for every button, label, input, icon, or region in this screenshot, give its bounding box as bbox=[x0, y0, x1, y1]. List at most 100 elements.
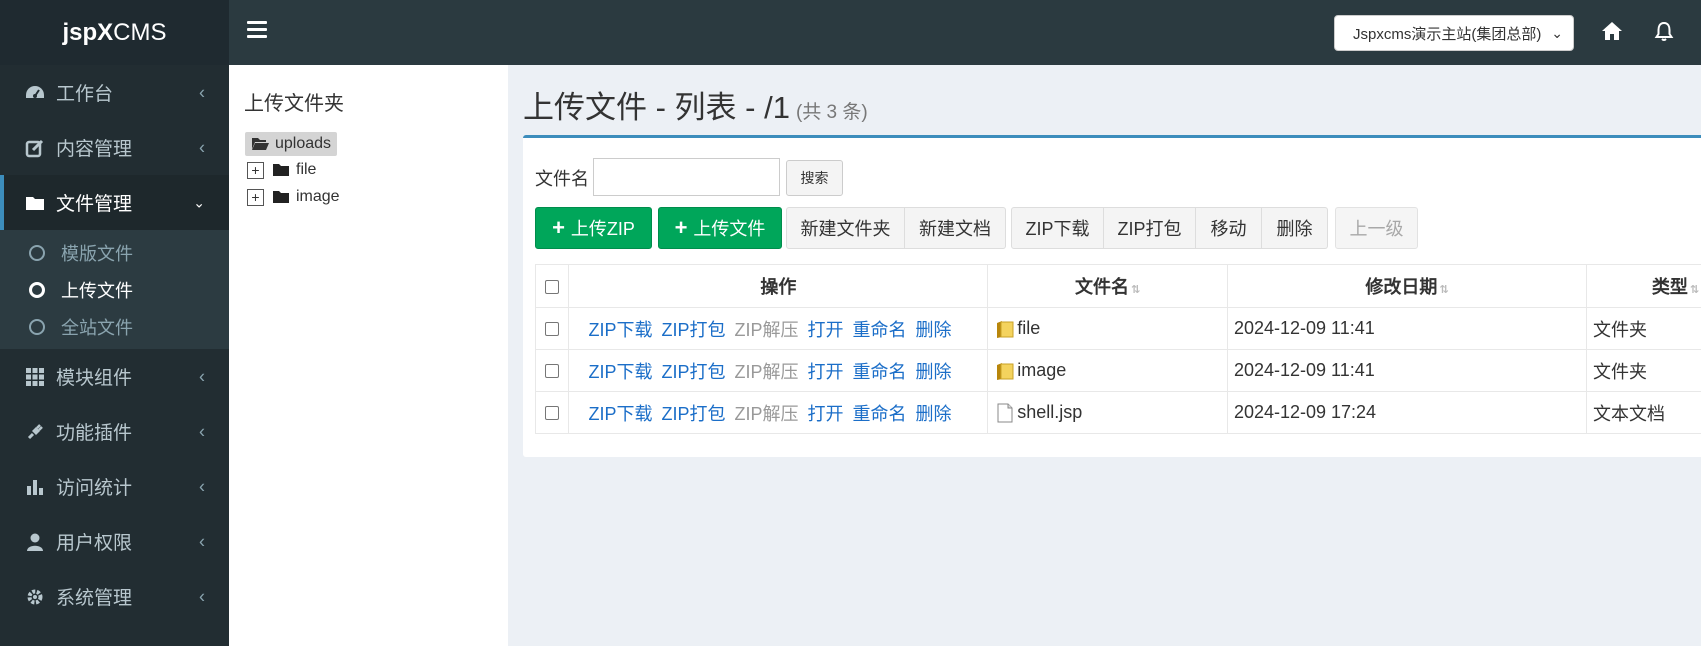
tree-node-image[interactable]: + image bbox=[247, 186, 340, 208]
table-row: ZIP下载 ZIP打包 ZIP解压 打开 重命名 删除 image 2024-12-09 … bbox=[534, 349, 1701, 392]
unzip-link: ZIP解压 bbox=[734, 403, 799, 424]
move-button[interactable]: 移动 bbox=[1196, 207, 1262, 249]
sidebar-item-users[interactable]: 用户权限 ‹ bbox=[0, 514, 229, 569]
delete-link[interactable]: 删除 bbox=[916, 362, 952, 382]
site-select-value: Jspxcms演示主站(集团总部) bbox=[1353, 25, 1542, 43]
expand-plus-icon[interactable]: + bbox=[247, 161, 264, 179]
sort-icon: ⇅ bbox=[1130, 284, 1141, 296]
file-name[interactable]: file bbox=[1017, 318, 1040, 339]
sidebar-menu: 工作台 ‹ 内容管理 ‹ 文件管理 ⌄ bbox=[0, 65, 229, 230]
create-button-group: 新建文件夹 新建文档 bbox=[786, 207, 1006, 249]
row-select-cell bbox=[534, 391, 570, 434]
table-row: ZIP下载 ZIP打包 ZIP解压 打开 重命名 删除 shell.jsp 2024-12… bbox=[534, 391, 1701, 434]
sub-item-site-files[interactable]: 全站文件 bbox=[0, 308, 229, 345]
bell-icon[interactable] bbox=[1653, 20, 1677, 44]
open-link[interactable]: 打开 bbox=[808, 362, 844, 382]
zip-download-link[interactable]: ZIP下载 bbox=[588, 320, 652, 340]
upload-zip-button[interactable]: + 上传ZIP bbox=[535, 207, 652, 249]
sort-icon: ⇅ bbox=[1689, 284, 1700, 296]
chevron-left-icon: ‹ bbox=[199, 476, 205, 496]
nav-button-group: 上一级 bbox=[1335, 207, 1418, 249]
sub-item-templates[interactable]: 模版文件 bbox=[0, 234, 229, 271]
rename-link[interactable]: 重命名 bbox=[853, 362, 907, 382]
zip-pack-link[interactable]: ZIP打包 bbox=[662, 320, 726, 340]
date-header-label: 修改日期 bbox=[1365, 277, 1438, 297]
zip-download-link[interactable]: ZIP下载 bbox=[588, 362, 652, 382]
type-header[interactable]: 类型 ⇅ bbox=[1586, 264, 1701, 308]
row-select-cell bbox=[534, 307, 570, 350]
site-select[interactable]: Jspxcms演示主站(集团总部) ⌄ bbox=[1334, 15, 1574, 51]
row-checkbox[interactable] bbox=[545, 364, 560, 379]
type-header-label: 类型 bbox=[1651, 277, 1688, 297]
logo-rest: CMS bbox=[113, 18, 167, 46]
page-title: 上传文件 - 列表 - /1 (共 3 条) bbox=[523, 82, 868, 127]
sidebar-item-stats[interactable]: 访问统计 ‹ bbox=[0, 459, 229, 514]
sidebar-item-system[interactable]: 系统管理 ‹ bbox=[0, 569, 229, 624]
delete-link[interactable]: 删除 bbox=[916, 320, 952, 340]
open-link[interactable]: 打开 bbox=[808, 404, 844, 424]
name-header[interactable]: 文件名 ⇅ bbox=[987, 264, 1228, 308]
record-count: (共 3 条) bbox=[795, 102, 868, 123]
plus-icon: + bbox=[552, 215, 565, 240]
row-checkbox[interactable] bbox=[545, 406, 560, 421]
up-level-button[interactable]: 上一级 bbox=[1335, 207, 1418, 249]
file-list-box: 文件名 搜索 + 上传ZIP + 上传文件 新建文件夹 新建文档 ZIP下载 ZIP… bbox=[523, 135, 1701, 457]
sub-item-label: 上传文件 bbox=[61, 280, 133, 301]
home-icon[interactable] bbox=[1601, 20, 1625, 44]
sidebar-item-label: 用户权限 bbox=[56, 533, 133, 554]
sidebar-item-plugins[interactable]: 功能插件 ‹ bbox=[0, 404, 229, 459]
table-header-row: 操作 文件名 ⇅ 修改日期 ⇅ 类型 ⇅ bbox=[534, 264, 1701, 308]
chevron-left-icon: ‹ bbox=[199, 137, 205, 157]
zip-pack-link[interactable]: ZIP打包 bbox=[662, 362, 726, 382]
sidebar-item-label: 模块组件 bbox=[56, 368, 133, 389]
zip-download-button[interactable]: ZIP下载 bbox=[1011, 207, 1104, 249]
sidebar-item-label: 访问统计 bbox=[56, 478, 133, 499]
tree-node-file[interactable]: + file bbox=[247, 159, 316, 181]
upload-zip-label: 上传ZIP bbox=[570, 219, 635, 239]
table-row: ZIP下载 ZIP打包 ZIP解压 打开 重命名 删除 file 2024-12-09 1… bbox=[534, 307, 1701, 350]
zip-download-link[interactable]: ZIP下载 bbox=[588, 404, 652, 424]
upload-file-button[interactable]: + 上传文件 bbox=[658, 207, 782, 249]
file-name[interactable]: image bbox=[1017, 360, 1066, 381]
file-table: 操作 文件名 ⇅ 修改日期 ⇅ 类型 ⇅ ZIP下载 ZIP打包 ZIP解压 打开 重命名 删除… bbox=[534, 264, 1701, 434]
logo[interactable]: jspX CMS bbox=[0, 0, 229, 65]
expand-plus-icon[interactable]: + bbox=[247, 188, 264, 206]
sidebar: jspX CMS 工作台 ‹ 内容管理 ‹ 文件管理 ⌄ 模版文件 上传文件 全… bbox=[0, 0, 229, 646]
sidebar-item-modules[interactable]: 模块组件 ‹ bbox=[0, 349, 229, 404]
tree-root-uploads[interactable]: uploads bbox=[245, 132, 338, 156]
search-label: 文件名 bbox=[535, 169, 589, 189]
rename-link[interactable]: 重命名 bbox=[853, 404, 907, 424]
select-all-checkbox[interactable] bbox=[545, 279, 560, 294]
folder-icon bbox=[272, 190, 290, 204]
sub-item-uploads[interactable]: 上传文件 bbox=[0, 271, 229, 308]
open-link[interactable]: 打开 bbox=[808, 320, 844, 340]
logo-bold: jspX bbox=[62, 18, 114, 46]
row-type-cell: 文本文档 bbox=[1586, 391, 1701, 434]
sidebar-item-content[interactable]: 内容管理 ‹ bbox=[0, 120, 229, 175]
sidebar-item-dashboard[interactable]: 工作台 ‹ bbox=[0, 65, 229, 120]
date-header[interactable]: 修改日期 ⇅ bbox=[1226, 264, 1588, 308]
name-header-label: 文件名 bbox=[1074, 277, 1129, 297]
sidebar-item-files[interactable]: 文件管理 ⌄ bbox=[0, 175, 229, 230]
search-button[interactable]: 搜索 bbox=[786, 160, 843, 196]
new-document-button[interactable]: 新建文档 bbox=[905, 207, 1006, 249]
rename-link[interactable]: 重命名 bbox=[853, 320, 907, 340]
filename-search-input[interactable] bbox=[593, 158, 780, 196]
zip-pack-link[interactable]: ZIP打包 bbox=[662, 404, 726, 424]
delete-link[interactable]: 删除 bbox=[916, 404, 952, 424]
zip-pack-button[interactable]: ZIP打包 bbox=[1104, 207, 1196, 249]
unzip-link: ZIP解压 bbox=[734, 361, 799, 382]
dashboard-icon bbox=[24, 82, 46, 104]
new-folder-button[interactable]: 新建文件夹 bbox=[786, 207, 905, 249]
row-checkbox[interactable] bbox=[545, 322, 560, 337]
tree-root-label: uploads bbox=[275, 135, 332, 152]
hamburger-menu-icon[interactable] bbox=[247, 21, 267, 41]
select-all-header bbox=[534, 264, 570, 308]
chevron-left-icon: ‹ bbox=[199, 366, 205, 386]
delete-button[interactable]: 删除 bbox=[1262, 207, 1328, 249]
sort-icon: ⇅ bbox=[1439, 284, 1449, 296]
sidebar-item-label: 系统管理 bbox=[56, 588, 133, 609]
file-name[interactable]: shell.jsp bbox=[1017, 402, 1082, 423]
sidebar-item-label: 工作台 bbox=[56, 84, 114, 105]
files-submenu: 模版文件 上传文件 全站文件 bbox=[0, 230, 229, 349]
